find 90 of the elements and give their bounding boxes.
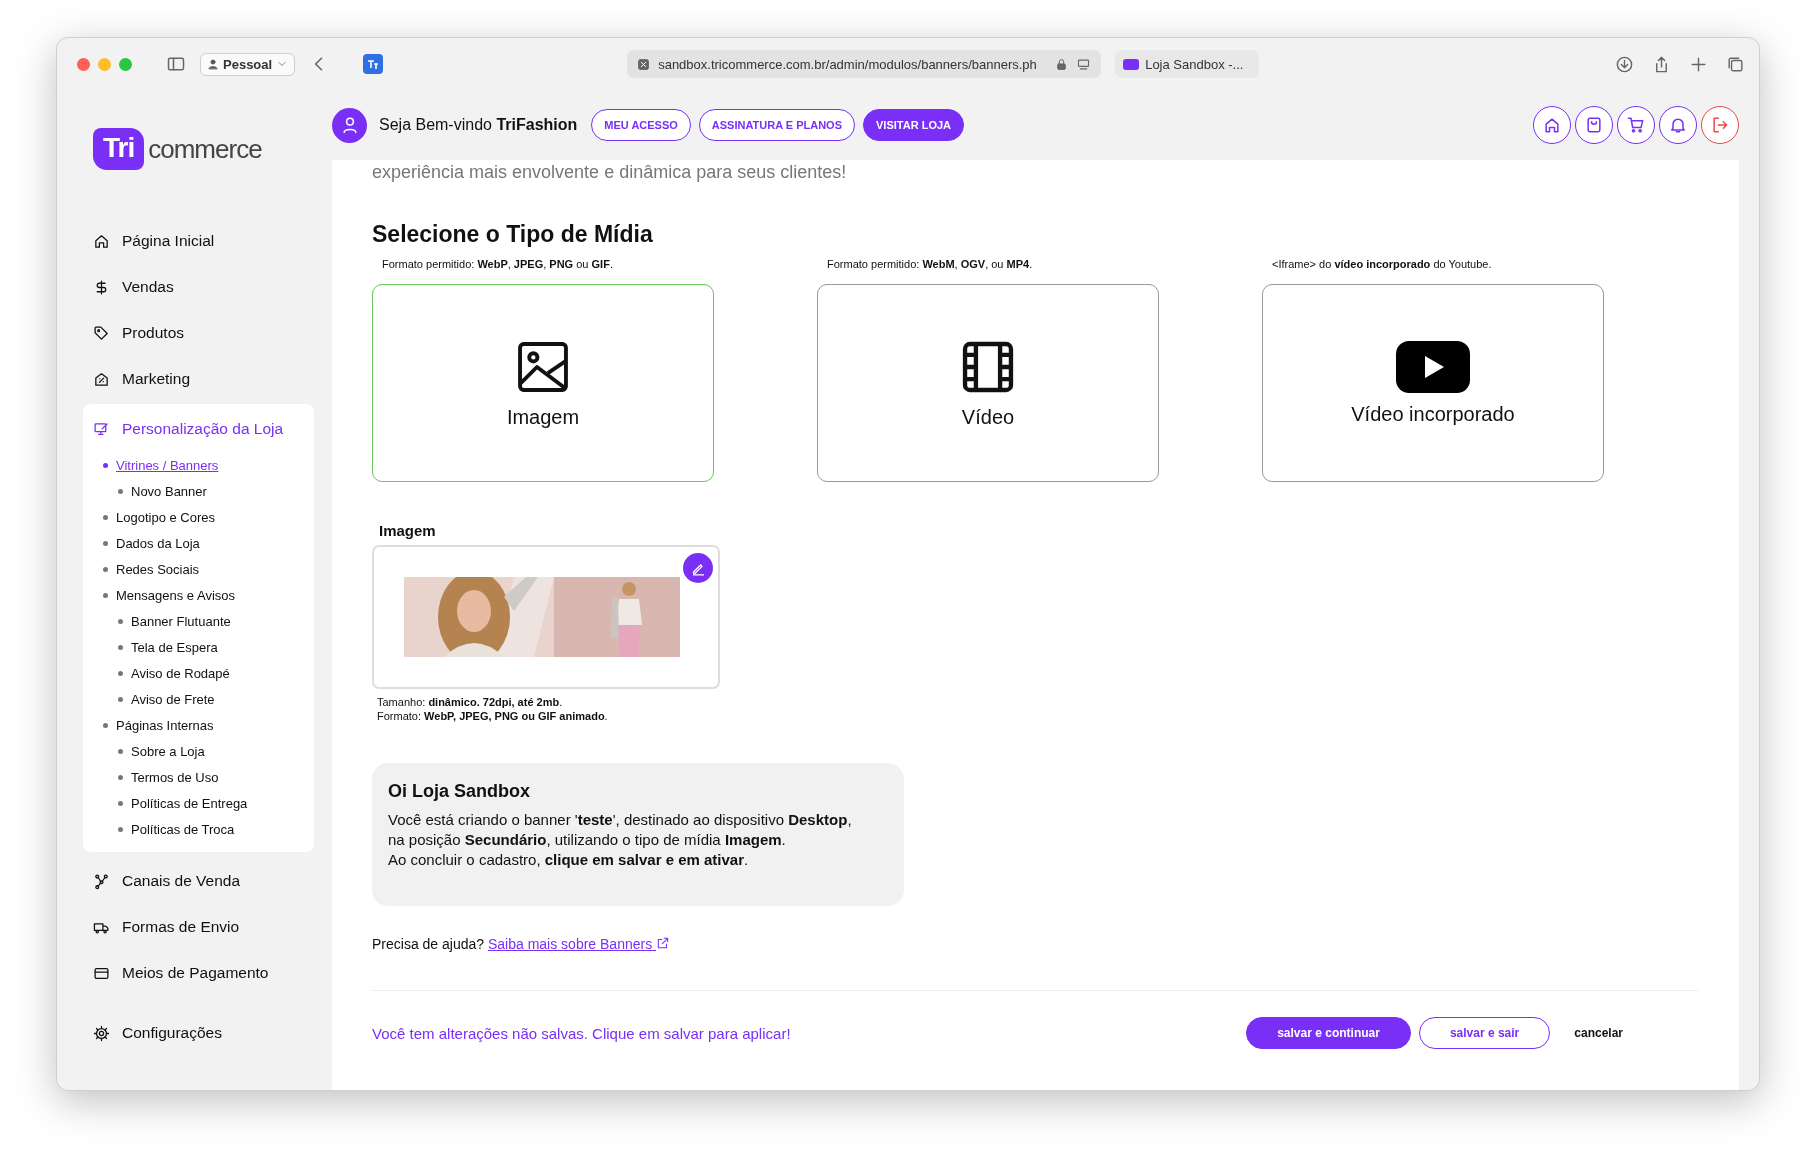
submenu-item[interactable]: Redes Sociais bbox=[83, 556, 314, 582]
submenu-item[interactable]: Páginas Internas bbox=[83, 712, 314, 738]
footer-button[interactable]: salvar e sair bbox=[1418, 1017, 1551, 1049]
monitor-edit-icon bbox=[93, 420, 110, 438]
submenu-item[interactable]: Sobre a Loja bbox=[83, 738, 314, 764]
submenu-item[interactable]: Logotipo e Cores bbox=[83, 504, 314, 530]
close-button[interactable] bbox=[77, 57, 90, 71]
plus-icon bbox=[1689, 54, 1708, 74]
media-type-card[interactable]: Vídeo incorporado bbox=[1262, 284, 1604, 482]
nav-item[interactable]: Meios de Pagamento bbox=[83, 950, 314, 996]
logout-button[interactable] bbox=[1701, 106, 1739, 144]
nodes-icon bbox=[93, 872, 110, 890]
header-button[interactable]: ASSINATURA E PLANOS bbox=[698, 109, 856, 141]
upload-note: Formato: WebP, JPEG, PNG ou GIF animado. bbox=[377, 709, 609, 723]
nav-item[interactable]: Canais de Venda bbox=[83, 858, 314, 904]
submenu-item[interactable]: Dados da Loja bbox=[83, 530, 314, 556]
submenu-item[interactable]: Políticas de Entrega bbox=[83, 790, 314, 816]
edit-button[interactable] bbox=[683, 553, 713, 583]
nav-item[interactable]: Produtos bbox=[83, 310, 314, 356]
nav-label: Canais de Venda bbox=[122, 872, 241, 890]
avatar-icon[interactable] bbox=[332, 107, 367, 143]
info-text: Você está criando o banner 'teste', destinado ao dispositivo Desktop, na posição Secundário, utilizando o tipo de mídia Imagem. Ao concluir o cadastro, clique em salvar e em ativar. bbox=[388, 810, 853, 870]
gear-icon bbox=[93, 1024, 110, 1042]
info-title: Oi Loja Sandbox bbox=[388, 781, 531, 802]
store-icon bbox=[93, 370, 110, 388]
nav-item[interactable]: Personalização da Loja bbox=[83, 406, 314, 452]
welcome-text: Seja Bem-vindo TriFashion bbox=[379, 116, 578, 134]
nav-item[interactable]: Configurações bbox=[83, 1010, 314, 1056]
play-button-icon bbox=[1396, 340, 1470, 393]
submenu-item[interactable]: Vitrines / Banners bbox=[83, 452, 314, 478]
download-icon bbox=[1615, 54, 1634, 74]
home-icon bbox=[93, 232, 110, 250]
unsaved-message: Você tem alterações não salvas. Clique em salvar para aplicar! bbox=[372, 1024, 791, 1042]
intro-text: experiência mais envolvente e dinâmica para seus clientes! bbox=[372, 162, 848, 183]
nav-item[interactable]: Marketing bbox=[83, 356, 314, 402]
format-hint: Formato permitido: WebM, OGV, ou MP4. bbox=[827, 258, 1034, 270]
nav-item[interactable]: Página Inicial bbox=[83, 218, 314, 264]
nav-item[interactable]: Vendas bbox=[83, 264, 314, 310]
submenu-item[interactable]: Novo Banner bbox=[83, 478, 314, 504]
format-hint: <Iframe> do vídeo incorporado do Youtube. bbox=[1272, 258, 1493, 270]
section-title: Selecione o Tipo de Mídia bbox=[372, 221, 654, 248]
nav-item[interactable]: Formas de Envio bbox=[83, 904, 314, 950]
footer-button[interactable]: cancelar bbox=[1558, 1017, 1639, 1049]
notifications-button[interactable] bbox=[1659, 106, 1697, 144]
nav-label: Personalização da Loja bbox=[122, 420, 284, 438]
submenu-item[interactable]: Banner Flutuante bbox=[83, 608, 314, 634]
logout-icon bbox=[1710, 115, 1730, 135]
help-text: Precisa de ajuda? bbox=[372, 936, 485, 952]
nav-label: Produtos bbox=[122, 324, 185, 342]
logo[interactable]: Tri commerce bbox=[93, 128, 314, 170]
nav-label: Configurações bbox=[122, 1024, 222, 1042]
nav-label: Formas de Envio bbox=[122, 918, 240, 936]
submenu-item[interactable]: Aviso de Rodapé bbox=[83, 660, 314, 686]
cart-icon bbox=[1626, 115, 1646, 135]
bag-button[interactable] bbox=[1575, 106, 1613, 144]
upload-note: Tamanho: dinâmico. 72dpi, até 2mb. bbox=[377, 695, 564, 709]
address-bar[interactable]: sandbox.tricommerce.com.br/admin/modulos/banners/banners.ph bbox=[627, 50, 1102, 78]
submenu-item[interactable]: Aviso de Frete bbox=[83, 686, 314, 712]
home-button[interactable] bbox=[1533, 106, 1571, 144]
footer-button[interactable]: salvar e continuar bbox=[1246, 1017, 1411, 1049]
nav-label: Marketing bbox=[122, 370, 191, 388]
help-link[interactable]: Saiba mais sobre Banners bbox=[487, 936, 671, 952]
submenu-item[interactable]: Termos de Uso bbox=[83, 764, 314, 790]
submenu-item[interactable]: Mensagens e Avisos bbox=[83, 582, 314, 608]
tabs-icon bbox=[1726, 54, 1745, 74]
media-type-card[interactable]: Imagem bbox=[372, 284, 714, 482]
bag-icon bbox=[1584, 115, 1604, 135]
submenu-item[interactable]: Políticas de Troca bbox=[83, 816, 314, 842]
site-icon bbox=[637, 57, 651, 71]
lock-icon bbox=[1055, 57, 1069, 71]
browser-tab[interactable]: Loja Sandbox -... bbox=[1115, 50, 1260, 78]
media-type-card[interactable]: Vídeo bbox=[817, 284, 1159, 482]
url-text: sandbox.tricommerce.com.br/admin/modulos/banners/banners.ph bbox=[658, 56, 1038, 72]
person-icon bbox=[207, 58, 219, 70]
sidebar-icon bbox=[166, 54, 186, 74]
format-hint: Formato permitido: WebP, JPEG, PNG ou GIF. bbox=[382, 258, 614, 270]
nav-label: Página Inicial bbox=[122, 232, 215, 250]
app-icon[interactable] bbox=[363, 54, 384, 74]
external-link-icon bbox=[656, 936, 671, 950]
profile-button[interactable]: Pessoal bbox=[200, 52, 296, 76]
cart-button[interactable] bbox=[1617, 106, 1655, 144]
header-button[interactable]: VISITAR LOJA bbox=[863, 109, 964, 141]
image-upload[interactable] bbox=[372, 545, 720, 689]
nav-label: Vendas bbox=[122, 278, 174, 296]
submenu-item[interactable]: Tela de Espera bbox=[83, 634, 314, 660]
nav-label: Meios de Pagamento bbox=[122, 964, 269, 982]
tag-icon bbox=[93, 324, 110, 342]
header-button[interactable]: MEU ACESSO bbox=[591, 109, 691, 141]
field-label: Imagem bbox=[379, 522, 437, 539]
tab-favicon-icon bbox=[1123, 58, 1140, 70]
